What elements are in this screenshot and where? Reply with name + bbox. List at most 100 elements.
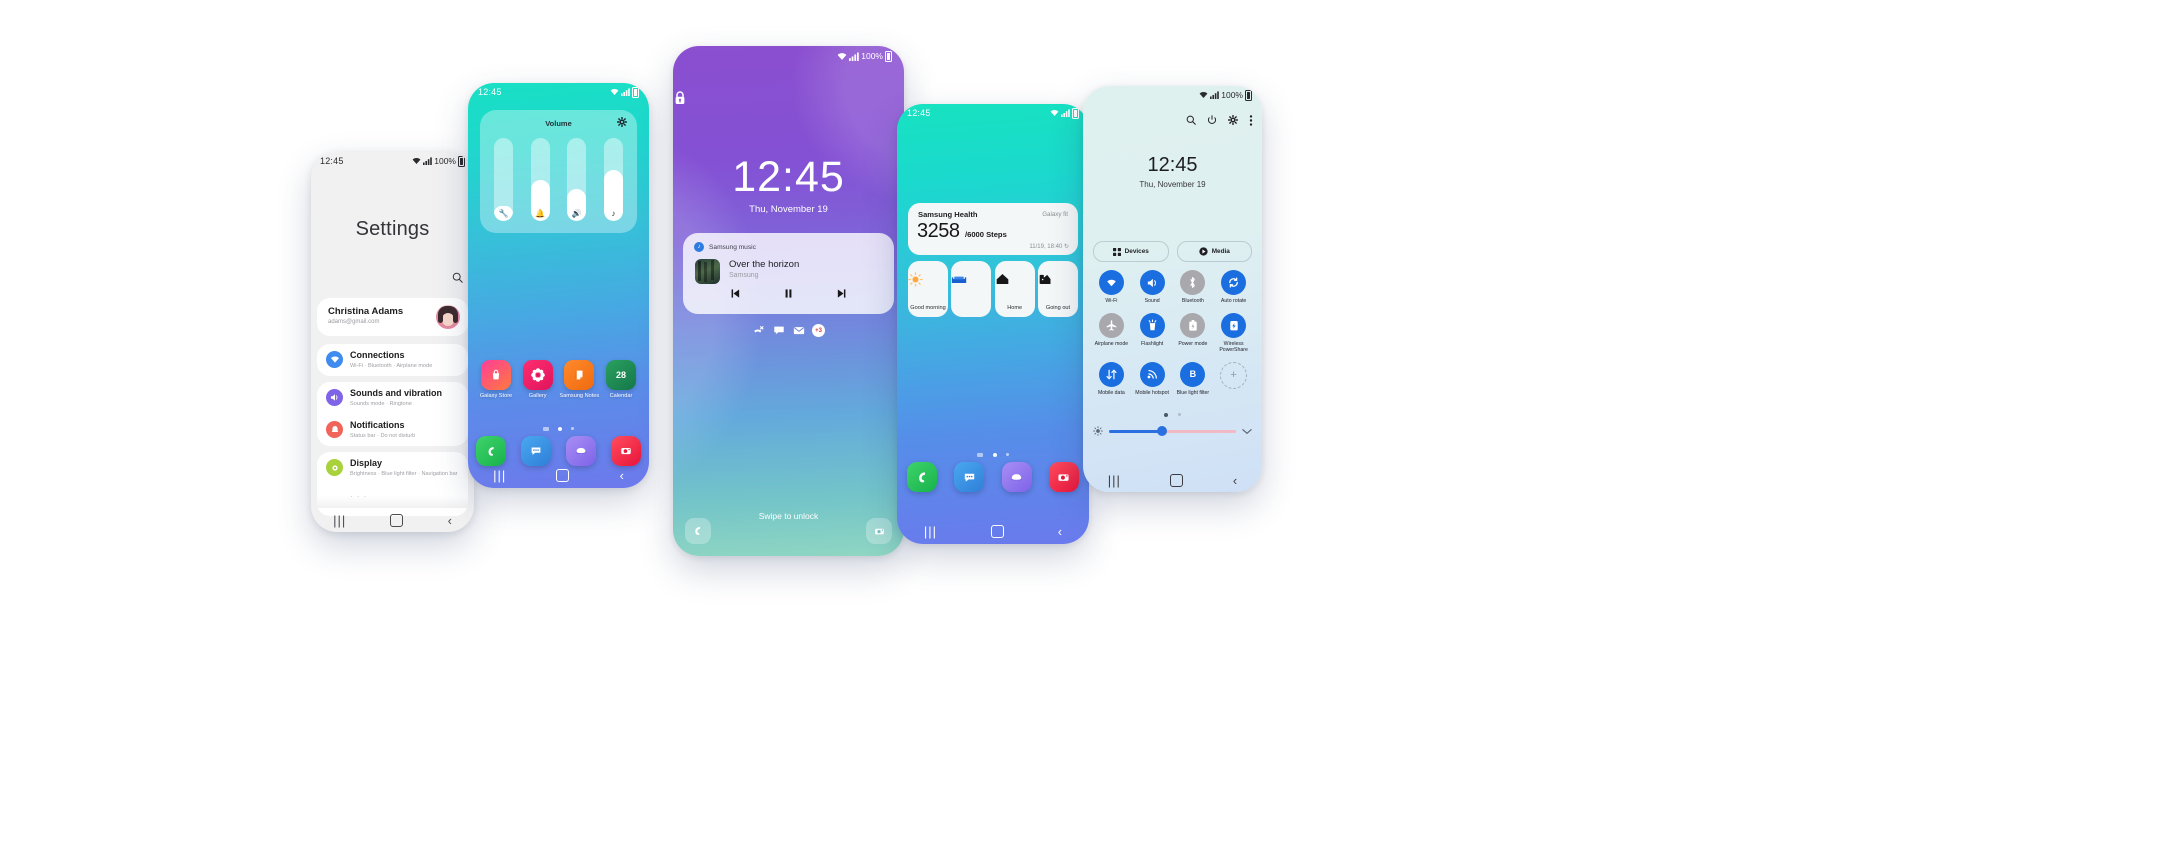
toggle-blue-light-filter[interactable]: B Blue light filter — [1173, 361, 1214, 397]
home-button[interactable] — [390, 513, 404, 527]
page-dot-active[interactable] — [1164, 412, 1169, 417]
page-dot-active[interactable] — [992, 452, 997, 457]
pill-label: Media — [1211, 248, 1230, 255]
sidebar-item-connections[interactable]: Connections Wi-Fi · Bluetooth · Airplane… — [317, 344, 468, 376]
volume-slider-ringtone[interactable]: 🔧 — [494, 138, 513, 221]
power-button[interactable] — [1207, 115, 1217, 126]
samsung-health-widget[interactable]: Samsung Health Galaxy fit 3258 /6000 Ste… — [908, 203, 1078, 255]
back-button[interactable]: ‹ — [1058, 525, 1062, 538]
volume-slider-system[interactable]: ♪ — [603, 138, 623, 221]
gear-icon — [1228, 115, 1238, 125]
hotspot-icon — [1139, 361, 1165, 387]
dock-phone-icon[interactable] — [907, 462, 937, 492]
toggle-mobile-hotspot[interactable]: Mobile hotspot — [1132, 361, 1173, 397]
phone-shortcut[interactable] — [685, 518, 711, 544]
account-row[interactable]: Christina Adams adams@gmail.com — [317, 298, 468, 336]
dock-camera-icon[interactable] — [1048, 462, 1079, 492]
account-email: adams@gmail.com — [328, 319, 380, 325]
routine-good-morning[interactable]: Good morning — [908, 261, 948, 317]
recents-button[interactable]: ||| — [493, 469, 506, 482]
app-gallery[interactable]: Gallery — [518, 360, 558, 400]
page-dot[interactable] — [571, 427, 575, 431]
volume-slider-notification[interactable]: 🔔 — [530, 138, 550, 221]
message-icon[interactable] — [772, 324, 785, 337]
music-widget[interactable]: ♪ Samsung music Over the horizon Samsung — [683, 233, 894, 314]
page-dot[interactable] — [1177, 413, 1181, 417]
battery-icon — [458, 155, 465, 167]
toggle-auto-rotate[interactable]: Auto rotate — [1213, 270, 1254, 305]
back-button[interactable]: ‹ — [448, 514, 452, 527]
quick-panel-header — [1186, 115, 1253, 126]
pause-button[interactable] — [782, 287, 795, 300]
toggle-sound[interactable]: Sound — [1132, 270, 1173, 305]
toggle-mobile-data[interactable]: Mobile data — [1091, 361, 1132, 397]
recents-button[interactable]: ||| — [924, 525, 937, 538]
more-notifications-badge[interactable]: +3 — [812, 324, 825, 337]
panel-pills: Devices Media — [1093, 241, 1252, 262]
step-count: 3258 — [917, 220, 960, 242]
routine-going-out[interactable]: Going out — [1037, 261, 1078, 317]
app-galaxy-store[interactable]: Galaxy Store — [476, 360, 516, 400]
search-button[interactable] — [1186, 115, 1196, 126]
next-button[interactable] — [835, 287, 848, 300]
widget-app-name: Samsung Health — [918, 210, 978, 219]
toggle-airplane-mode[interactable]: Airplane mode — [1091, 312, 1132, 354]
toggle-wireless-powershare[interactable]: Wireless PowerShare — [1213, 312, 1254, 354]
brightness-knob[interactable] — [1157, 425, 1168, 436]
signal-status-icon — [423, 157, 433, 165]
navigation-bar: ||| ‹ — [897, 518, 1089, 544]
recents-button[interactable]: ||| — [333, 514, 346, 527]
music-app-name: Samsung music — [709, 243, 756, 251]
settings-button[interactable] — [1228, 115, 1238, 126]
app-calendar[interactable]: 28 Calendar — [601, 360, 641, 400]
missed-call-icon[interactable] — [752, 324, 765, 337]
sidebar-item-notifications[interactable]: Notifications Status bar · Do not distur… — [317, 414, 468, 446]
camera-shortcut[interactable] — [866, 518, 892, 544]
toggle-wifi[interactable]: Wi-Fi — [1091, 270, 1132, 305]
devices-button[interactable]: Devices — [1093, 241, 1169, 262]
app-samsung-notes[interactable]: Samsung Notes — [559, 360, 599, 400]
previous-button[interactable] — [729, 287, 742, 300]
brightness-slider[interactable] — [1109, 425, 1236, 436]
panel-date: Thu, November 19 — [1139, 180, 1206, 189]
toggle-bluetooth[interactable]: Bluetooth — [1173, 270, 1214, 305]
expand-button[interactable] — [1242, 428, 1252, 435]
refresh-icon[interactable]: ↻ — [1064, 244, 1069, 250]
toggle-flashlight[interactable]: Flashlight — [1132, 312, 1173, 354]
routine-bedtime[interactable] — [951, 261, 992, 317]
more-options-button[interactable] — [1249, 115, 1253, 126]
toggle-label: Wireless PowerShare — [1219, 340, 1248, 354]
page-dot-active[interactable] — [558, 426, 562, 431]
home-button[interactable] — [990, 524, 1004, 538]
settings-group-connections: Connections Wi-Fi · Bluetooth · Airplane… — [317, 344, 468, 376]
page-dot[interactable] — [977, 452, 984, 457]
dock-messages-icon[interactable] — [954, 462, 985, 492]
home-button[interactable] — [1170, 473, 1184, 487]
sidebar-item-display[interactable]: Display Brightness · Blue light filter ·… — [317, 452, 468, 501]
home-button[interactable] — [556, 468, 570, 482]
search-button[interactable] — [452, 272, 463, 283]
battery-icon — [632, 86, 639, 98]
recents-button[interactable]: ||| — [1108, 474, 1121, 487]
row-subtitle: Sounds mode · Ringtone — [350, 401, 412, 407]
media-button[interactable]: Media — [1176, 241, 1252, 262]
page-dot[interactable] — [1005, 453, 1009, 457]
back-button[interactable]: ‹ — [620, 469, 624, 482]
lock-icon — [675, 91, 685, 104]
back-button[interactable]: ‹ — [1233, 474, 1237, 487]
volume-settings-button[interactable] — [617, 117, 627, 127]
status-bar: 100% — [673, 46, 904, 66]
updated-text: 11/19, 18:40 — [1029, 244, 1063, 250]
toggle-power-mode[interactable]: Power mode — [1173, 312, 1214, 354]
navigation-bar: ||| ‹ — [468, 462, 649, 488]
email-icon[interactable] — [792, 324, 805, 337]
page-dot[interactable] — [542, 426, 549, 431]
dock-internet-icon[interactable] — [1001, 462, 1032, 492]
routine-home[interactable]: Home — [994, 261, 1035, 317]
volume-slider-media[interactable]: 🔊 — [567, 138, 587, 221]
status-indicators: 100% — [837, 50, 892, 62]
sidebar-item-sounds[interactable]: Sounds and vibration Sounds mode · Ringt… — [317, 382, 468, 414]
lock-indicator — [673, 90, 904, 106]
add-toggle[interactable]: + — [1213, 361, 1254, 397]
sound-icon — [1139, 270, 1165, 295]
